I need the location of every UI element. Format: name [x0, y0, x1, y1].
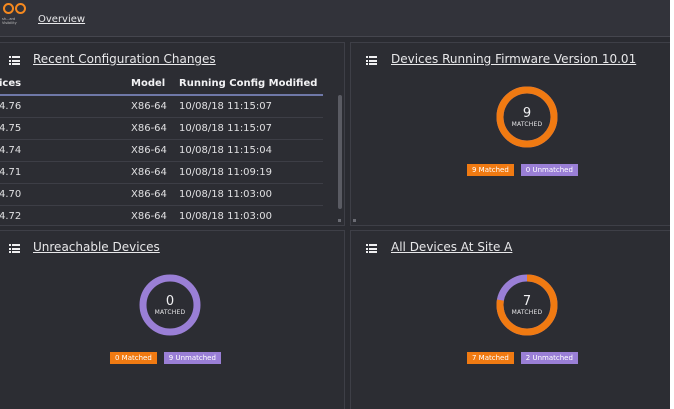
dashboard-app: sh...ard Visibility Overview Recent Conf…	[0, 0, 674, 409]
table-row[interactable]: 4.74 X86-64 10/08/18 11:15:04	[0, 139, 324, 162]
column-header-model[interactable]: Model	[125, 73, 173, 96]
table-scrollbar[interactable]	[338, 95, 342, 209]
matched-caption: MATCHED	[154, 309, 186, 316]
logo-mark	[3, 3, 26, 14]
donut-chart[interactable]: 7 MATCHED	[495, 273, 559, 337]
list-icon[interactable]	[9, 244, 20, 253]
site-a-panel: All Devices At Site A 7 MATCHED 7 Matche…	[350, 230, 674, 409]
modified-cell: 10/08/18 11:03:00	[173, 183, 324, 206]
top-bar: sh...ard Visibility Overview	[0, 0, 670, 37]
matched-count: 7	[522, 294, 532, 309]
model-cell: X86-64	[125, 205, 173, 225]
list-icon[interactable]	[366, 56, 377, 65]
donut-chart[interactable]: 9 MATCHED	[495, 85, 559, 149]
device-cell: 4.70	[0, 183, 125, 206]
panel-header: Devices Running Firmware Version 10.01	[351, 43, 673, 77]
table-row[interactable]: 4.75 X86-64 10/08/18 11:15:07	[0, 117, 324, 140]
donut-chart[interactable]: 0 MATCHED	[138, 273, 202, 337]
device-cell: 4.75	[0, 117, 125, 140]
resize-handle[interactable]	[353, 219, 356, 222]
model-cell: X86-64	[125, 117, 173, 140]
legend: 0 Matched 9 Unmatched	[110, 352, 221, 364]
modified-cell: 10/08/18 11:03:00	[173, 205, 324, 225]
list-icon[interactable]	[366, 244, 377, 253]
window-edge	[670, 0, 674, 409]
table-row[interactable]: 4.76 X86-64 10/08/18 11:15:07	[0, 95, 324, 118]
matched-count: 0	[165, 294, 175, 309]
modified-cell: 10/08/18 11:15:04	[173, 139, 324, 162]
unmatched-badge[interactable]: 0 Unmatched	[520, 164, 578, 176]
modified-cell: 10/08/18 11:09:19	[173, 161, 324, 184]
model-cell: X86-64	[125, 183, 173, 206]
unreachable-panel: Unreachable Devices 0 MATCHED 0 Matched …	[0, 230, 345, 409]
logo[interactable]: sh...ard Visibility	[2, 2, 32, 32]
model-cell: X86-64	[125, 139, 173, 162]
legend: 7 Matched 2 Unmatched	[467, 352, 578, 364]
column-header-config-modified[interactable]: Running Config Modified	[173, 73, 324, 96]
recent-changes-panel: Recent Configuration Changes ices Model …	[0, 42, 345, 226]
modified-cell: 10/08/18 11:15:07	[173, 117, 324, 140]
matched-badge[interactable]: 9 Matched	[467, 164, 514, 176]
logo-text: sh...ard Visibility	[2, 17, 17, 25]
matched-caption: MATCHED	[511, 121, 543, 128]
unmatched-badge[interactable]: 2 Unmatched	[520, 352, 578, 364]
panel-header: Recent Configuration Changes	[0, 43, 344, 77]
matched-badge[interactable]: 7 Matched	[467, 352, 514, 364]
modified-cell: 10/08/18 11:15:07	[173, 95, 324, 118]
panel-header: Unreachable Devices	[0, 231, 344, 265]
device-cell: 4.74	[0, 139, 125, 162]
legend: 9 Matched 0 Unmatched	[467, 164, 578, 176]
column-header-devices[interactable]: ices	[0, 73, 125, 96]
panel-title[interactable]: Devices Running Firmware Version 10.01	[391, 52, 636, 66]
panel-header: All Devices At Site A	[351, 231, 673, 265]
matched-caption: MATCHED	[511, 309, 543, 316]
device-cell: 4.72	[0, 205, 125, 225]
table-row[interactable]: 4.72 X86-64 10/08/18 11:03:00	[0, 205, 324, 225]
breadcrumb-overview[interactable]: Overview	[38, 14, 85, 25]
table-header-row: ices Model Running Config Modified	[0, 73, 324, 96]
changes-table: ices Model Running Config Modified 4.76 …	[0, 73, 339, 225]
panel-title[interactable]: Recent Configuration Changes	[33, 52, 216, 66]
device-cell: 4.76	[0, 95, 125, 118]
table-row[interactable]: 4.70 X86-64 10/08/18 11:03:00	[0, 183, 324, 206]
resize-handle[interactable]	[338, 219, 341, 222]
matched-count: 9	[522, 106, 532, 121]
panel-title[interactable]: Unreachable Devices	[33, 240, 160, 254]
device-cell: 4.71	[0, 161, 125, 184]
list-icon[interactable]	[9, 56, 20, 65]
matched-badge[interactable]: 0 Matched	[110, 352, 157, 364]
model-cell: X86-64	[125, 95, 173, 118]
unmatched-badge[interactable]: 9 Unmatched	[163, 352, 221, 364]
table-row[interactable]: 4.71 X86-64 10/08/18 11:09:19	[0, 161, 324, 184]
firmware-panel: Devices Running Firmware Version 10.01 9…	[350, 42, 674, 226]
panel-title[interactable]: All Devices At Site A	[391, 240, 512, 254]
model-cell: X86-64	[125, 161, 173, 184]
